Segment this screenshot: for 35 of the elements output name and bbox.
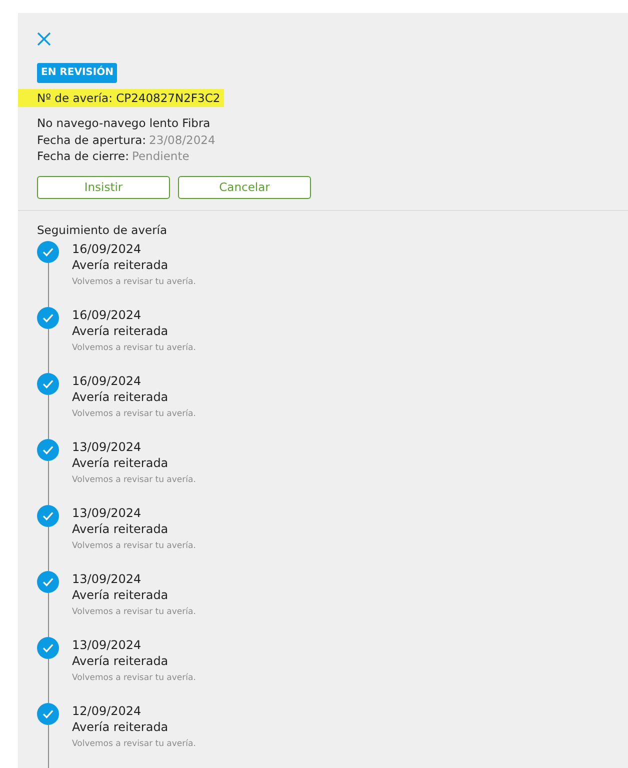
status-badge: EN REVISIÓN — [37, 63, 118, 83]
event-title: Avería reiterada — [72, 388, 170, 406]
event-description: Volvemos a revisar tu avería. — [72, 738, 196, 748]
event-description: Volvemos a revisar tu avería. — [72, 474, 196, 484]
ticket-number: Nº de avería: CP240827N2F3C2 — [18, 89, 224, 107]
event-date: 16/09/2024 — [72, 240, 142, 256]
event-date: 16/09/2024 — [72, 306, 142, 322]
event-date: 13/09/2024 — [72, 570, 142, 586]
event-description: Volvemos a revisar tu avería. — [72, 408, 196, 418]
event-date: 16/09/2024 — [72, 372, 142, 388]
event-description: Volvemos a revisar tu avería. — [72, 276, 196, 286]
event-description: Volvemos a revisar tu avería. — [72, 672, 196, 682]
field-label: Fecha de cierre: — [37, 149, 129, 163]
field-label: Fecha de apertura: — [37, 132, 146, 146]
fault-title: No navego-navego lento Fibra — [37, 115, 212, 132]
close-icon[interactable] — [37, 32, 51, 46]
cancel-button[interactable]: Cancelar — [178, 176, 311, 198]
event-title: Avería reiterada — [72, 718, 170, 736]
event-title: Avería reiterada — [72, 322, 170, 340]
field-value: Pendiente — [132, 149, 190, 163]
event-date: 12/09/2024 — [72, 702, 142, 718]
event-title: Avería reiterada — [72, 520, 170, 538]
event-title: Avería reiterada — [72, 256, 170, 274]
event-description: Volvemos a revisar tu avería. — [72, 606, 196, 616]
insist-button[interactable]: Insistir — [37, 176, 170, 198]
section-title: Seguimiento de avería — [37, 222, 168, 236]
event-date: 13/09/2024 — [72, 438, 142, 454]
event-date: 13/09/2024 — [72, 504, 142, 520]
event-date: 13/09/2024 — [72, 636, 142, 652]
field-value: 23/08/2024 — [149, 132, 216, 146]
event-title: Avería reiterada — [72, 586, 170, 604]
event-description: Volvemos a revisar tu avería. — [72, 540, 196, 550]
event-title: Avería reiterada — [72, 652, 170, 670]
event-title: Avería reiterada — [72, 454, 170, 472]
event-description: Volvemos a revisar tu avería. — [72, 342, 196, 352]
